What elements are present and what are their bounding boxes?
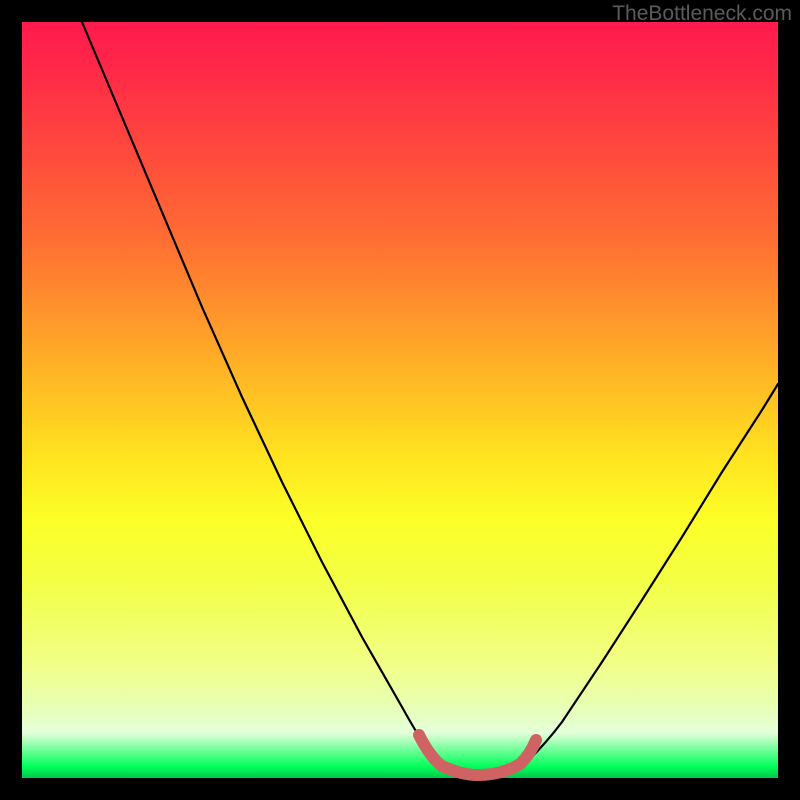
watermark-text: TheBottleneck.com [612, 2, 792, 26]
chart-frame: TheBottleneck.com [0, 0, 800, 800]
plot-area [22, 22, 778, 778]
optimal-region [419, 735, 536, 775]
bottleneck-curve [82, 22, 778, 775]
curve-layer [22, 22, 778, 778]
